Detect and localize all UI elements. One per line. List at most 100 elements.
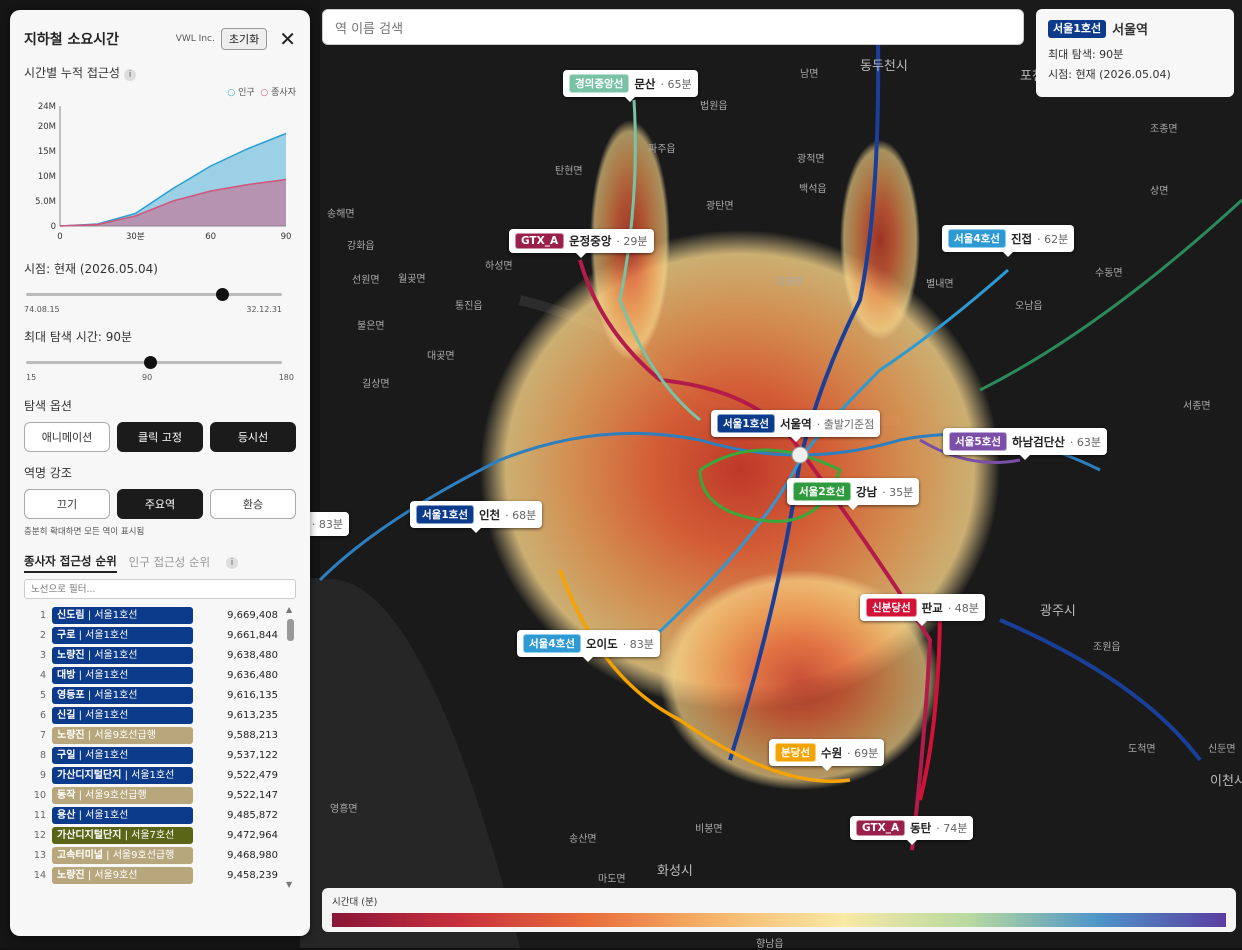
ranking-row[interactable]: 3 노량진 | 서울1호선 9,638,480 [24,645,296,665]
ranking-row[interactable]: 2 구로 | 서울1호선 9,661,844 [24,625,296,645]
ranking-row[interactable]: 10 동작 | 서울9호선급행 9,522,147 [24,785,296,805]
maxtime-tick-max: 180 [278,373,294,382]
maxtime-tick-mid: 90 [142,373,153,382]
line-filter-input[interactable] [24,579,296,599]
map-label-time: · 83분 [622,637,654,651]
ranking-row[interactable]: 14 노량진 | 서울9호선 9,458,239 [24,865,296,885]
rank-station-tag[interactable]: 가산디지털단지 | 서울7호선 [52,826,193,844]
rank-station-tag[interactable]: 동작 | 서울9호선급행 [52,786,193,804]
rank-station-tag[interactable]: 구일 | 서울1호선 [52,746,193,764]
place-name: 월곶면 [398,274,426,285]
ranking-row[interactable]: 11 용산 | 서울1호선 9,485,872 [24,805,296,825]
rank-number: 11 [33,809,46,821]
map-label[interactable]: 서울1호선 인천 · 68분 [410,501,543,533]
rank-station-tag[interactable]: 노량진 | 서울1호선 [52,646,193,664]
map-label-station: 수원 [820,745,843,760]
rank-station: 대방 [57,669,76,681]
ranking-row[interactable]: 12 가산디지털단지 | 서울7호선 9,472,964 [24,825,296,845]
ranking-row[interactable]: 1 신도림 | 서울1호선 9,669,408 [24,605,296,625]
ranking-row[interactable]: 8 구일 | 서울1호선 9,537,122 [24,745,296,765]
place-name: 상면 [1150,186,1169,197]
rank-station-tag[interactable]: 구로 | 서울1호선 [52,626,193,644]
ranking-scrollbar[interactable]: ▲ ▼ [285,605,295,889]
time-slider-knob[interactable] [216,288,229,301]
chart-y-tick: 5.0M [35,197,56,207]
rank-station: 영등포 [57,689,85,701]
rank-station-tag[interactable]: 노량진 | 서울9호선급행 [52,726,193,744]
scroll-thumb[interactable] [287,619,294,641]
chart-x-tick: 90 [281,232,292,242]
search-placeholder: 역 이름 검색 [335,21,404,37]
map-label-station: 서울역 [779,416,812,431]
emphasis-transfer-button[interactable]: 환승 [210,489,296,519]
options-label: 탐색 옵션 [24,399,72,413]
ranking-row[interactable]: 6 신길 | 서울1호선 9,613,235 [24,705,296,725]
place-name: 대곶면 [427,351,455,362]
scroll-down-icon[interactable]: ▼ [286,880,292,889]
map-label[interactable]: 신분당선 판교 · 48분 [860,594,985,626]
chart-legend: ○ 인구 ○ 종사자 [24,85,296,98]
legend-population: 인구 [238,88,255,98]
map-label-time: · 63분 [1069,435,1101,449]
ranking-row[interactable]: 5 영등포 | 서울1호선 9,616,135 [24,685,296,705]
rank-station-tag[interactable]: 고속터미널 | 서울9호선급행 [52,846,193,864]
click-lock-button[interactable]: 클릭 고정 [117,422,203,452]
station-search-input[interactable]: 역 이름 검색 [322,9,1024,45]
map-label-line: GTX_A [856,820,906,836]
chart-title: 시간별 누적 접근성 [24,66,120,80]
emphasis-off-button[interactable]: 끄기 [24,489,110,519]
close-icon[interactable]: ✕ [279,29,296,49]
maxtime-slider-knob[interactable] [144,356,157,369]
rank-number: 13 [33,849,46,861]
map-label-station: 판교 [921,600,943,615]
rank-line: 서울9호선급행 [112,849,175,861]
map-label[interactable]: 서울1호선 서울역 · 출발기준점 [711,410,881,442]
emphasis-major-button[interactable]: 주요역 [117,489,203,519]
map-label[interactable]: 경의중앙선 문산 · 65분 [563,70,698,102]
map-label[interactable]: GTX_A 운정중앙 · 29분 [509,229,654,258]
rank-station-tag[interactable]: 용산 | 서울1호선 [52,806,193,824]
rank-value: 9,588,213 [227,729,278,741]
maxtime-tick-min: 15 [26,373,37,382]
maxtime-slider[interactable] [24,353,296,373]
rank-station: 구로 [57,629,76,641]
rank-station-tag[interactable]: 가산디지털단지 | 서울1호선 [52,766,193,784]
ranking-row[interactable]: 7 노량진 | 서울9호선급행 9,588,213 [24,725,296,745]
map-label-line: 분당선 [775,743,816,762]
ranking-info-icon[interactable]: i [226,557,239,569]
origin-marker[interactable] [791,446,809,464]
map-label[interactable]: 서울4호선 오이도 · 83분 [517,630,660,662]
ranking-rows: 1 신도림 | 서울1호선 9,669,408 2 구로 | 서울1호선 9,66… [24,605,296,885]
tab-population-ranking[interactable]: 인구 접근성 순위 [129,554,210,572]
place-name: 동두천시 [860,59,908,74]
rank-value: 9,661,844 [227,629,278,641]
rank-station-tag[interactable]: 영등포 | 서울1호선 [52,686,193,704]
map-label[interactable]: 분당선 수원 · 69분 [769,739,885,771]
info-icon[interactable]: i [123,69,136,81]
rank-station-tag[interactable]: 노량진 | 서울9호선 [52,866,193,884]
place-name: 신둔면 [1208,744,1236,755]
ranking-row[interactable]: 4 대방 | 서울1호선 9,636,480 [24,665,296,685]
map-label[interactable]: 서울2호선 강남 · 35분 [787,478,920,510]
rank-number: 5 [39,689,46,701]
map-label[interactable]: GTX_A 동탄 · 74분 [850,816,974,845]
tab-workers-ranking[interactable]: 종사자 접근성 순위 [24,553,117,573]
map-label[interactable]: 서울5호선 하남검단산 · 63분 [943,428,1107,460]
rank-station-tag[interactable]: 신도림 | 서울1호선 [52,606,193,624]
ranking-row[interactable]: 9 가산디지털단지 | 서울1호선 9,522,479 [24,765,296,785]
isochrone-button[interactable]: 등시선 [210,422,296,452]
map-label-time: · 출발기준점 [816,417,875,431]
rank-station-tag[interactable]: 대방 | 서울1호선 [52,666,193,684]
rank-station-tag[interactable]: 신길 | 서울1호선 [52,706,193,724]
place-name: 도척면 [1128,744,1156,755]
time-slider-track[interactable] [26,293,282,296]
rank-number: 9 [39,769,46,781]
reset-button[interactable]: 초기화 [220,28,268,50]
map-label-time: · 62분 [1037,232,1069,246]
time-slider[interactable] [24,285,296,305]
animation-button[interactable]: 애니메이션 [24,422,110,452]
rank-number: 10 [33,789,46,801]
scroll-up-icon[interactable]: ▲ [286,605,292,614]
map-label[interactable]: 서울4호선 진접 · 62분 [942,225,1075,257]
ranking-row[interactable]: 13 고속터미널 | 서울9호선급행 9,468,980 [24,845,296,865]
